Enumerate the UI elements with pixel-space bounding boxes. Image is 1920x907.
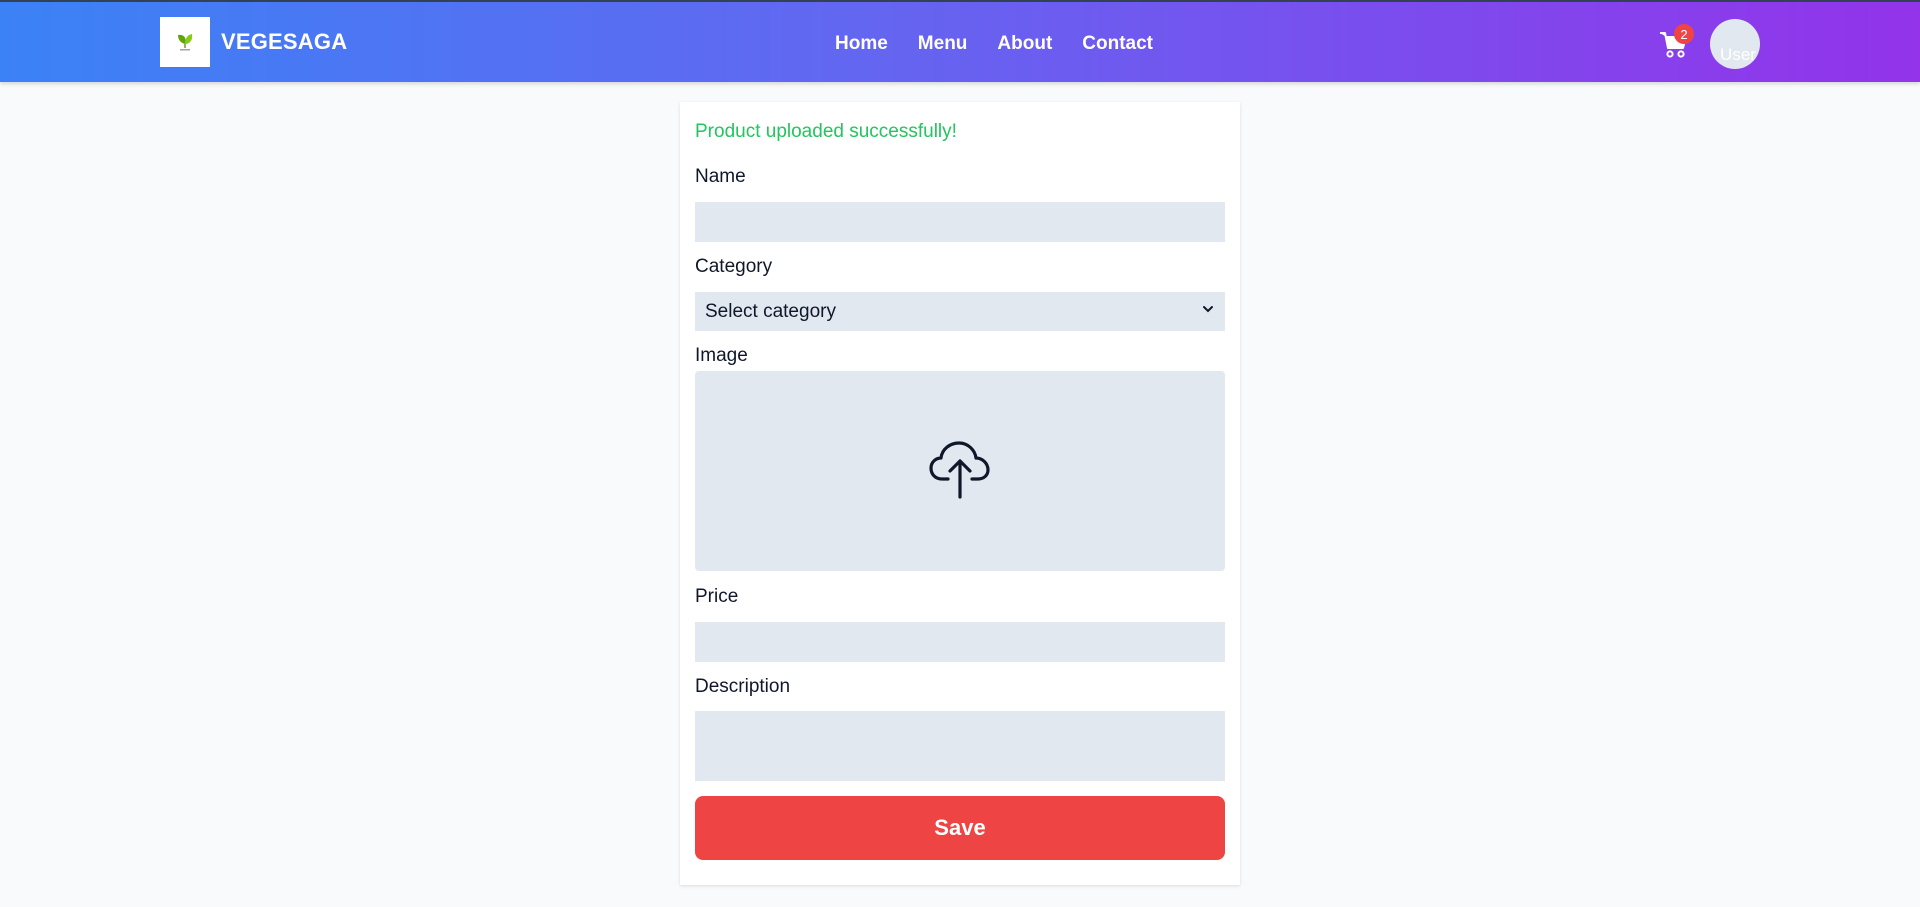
name-input[interactable] [695,202,1225,242]
cart-count-badge: 2 [1674,24,1694,44]
brand-link[interactable]: VEGESAGA [160,17,347,67]
nav-contact[interactable]: Contact [1082,32,1153,56]
name-label: Name [695,166,746,187]
chevron-down-icon [1201,302,1215,321]
category-select[interactable]: Select category [695,292,1225,331]
description-textarea[interactable] [695,711,1225,781]
nav-about[interactable]: About [997,32,1052,56]
product-upload-form: Product uploaded successfully! Name Cate… [680,102,1240,885]
top-header: VEGESAGA Home Menu About Contact 2 User [0,0,1920,82]
leaf-logo-icon [160,17,210,67]
brand-name: VEGESAGA [221,29,348,54]
cloud-upload-icon [928,439,992,504]
nav-menu[interactable]: Menu [918,32,968,56]
main-nav: Home Menu About Contact [835,32,1153,56]
save-button[interactable]: Save [695,796,1225,860]
image-label: Image [695,345,748,366]
success-message: Product uploaded successfully! [695,121,957,142]
category-label: Category [695,256,773,277]
description-label: Description [695,676,791,697]
image-upload-area[interactable] [695,371,1225,571]
nav-home[interactable]: Home [835,32,888,56]
avatar[interactable]: User [1710,19,1760,69]
avatar-alt-text: User [1720,45,1756,64]
price-input[interactable] [695,622,1225,662]
price-label: Price [695,586,739,607]
category-selected-value: Select category [705,300,836,322]
